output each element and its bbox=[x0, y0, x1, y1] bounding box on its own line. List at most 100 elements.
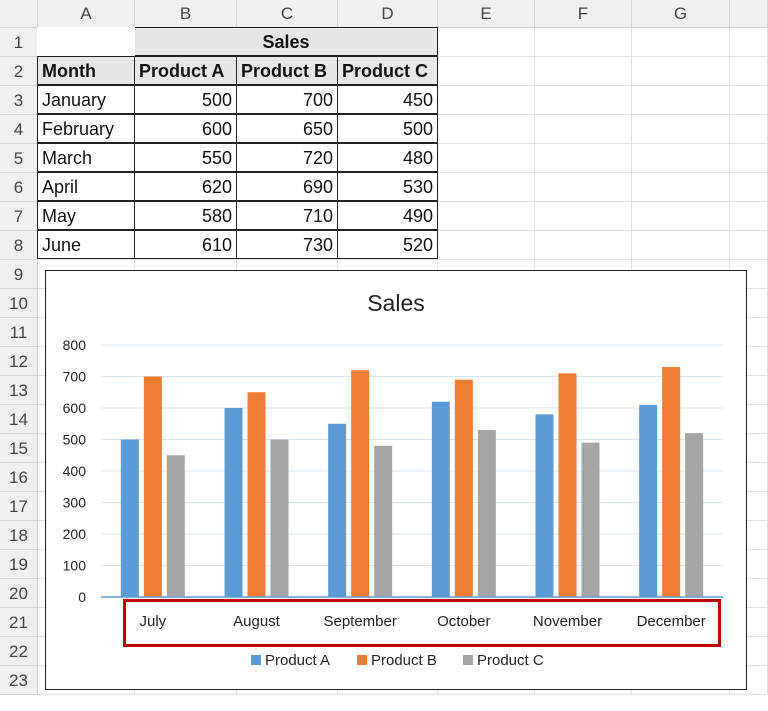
bar-product-b-september bbox=[351, 370, 370, 597]
header-cell[interactable]: Product C bbox=[337, 56, 438, 85]
legend-label: Product A bbox=[265, 652, 330, 669]
row-header-9[interactable]: 9 bbox=[0, 260, 38, 289]
grid-cell bbox=[535, 115, 632, 144]
row-header-21[interactable]: 21 bbox=[0, 608, 38, 637]
grid-cell bbox=[632, 202, 730, 231]
bar-product-c-july bbox=[166, 455, 185, 597]
value-cell[interactable]: 730 bbox=[236, 230, 338, 259]
bar-product-c-november bbox=[581, 442, 600, 597]
bar-product-b-november bbox=[558, 373, 577, 597]
y-tick-label: 800 bbox=[63, 337, 87, 353]
grid-cell bbox=[730, 115, 768, 144]
header-cell[interactable]: Product B bbox=[236, 56, 338, 85]
row-header-11[interactable]: 11 bbox=[0, 318, 38, 347]
month-cell[interactable]: May bbox=[37, 201, 135, 230]
bar-product-a-november bbox=[535, 414, 554, 597]
row-header-3[interactable]: 3 bbox=[0, 86, 38, 115]
header-cell[interactable]: Month bbox=[37, 56, 135, 85]
row-header-8[interactable]: 8 bbox=[0, 231, 38, 260]
bar-product-a-july bbox=[120, 439, 139, 597]
row-header-20[interactable]: 20 bbox=[0, 579, 38, 608]
row-header-7[interactable]: 7 bbox=[0, 202, 38, 231]
value-cell[interactable]: 710 bbox=[236, 201, 338, 230]
value-cell[interactable]: 530 bbox=[337, 172, 438, 201]
y-tick-label: 100 bbox=[63, 558, 87, 574]
grid-cell bbox=[535, 231, 632, 260]
value-cell[interactable]: 490 bbox=[337, 201, 438, 230]
y-tick-label: 500 bbox=[63, 432, 87, 448]
column-header-G[interactable]: G bbox=[632, 0, 730, 28]
value-cell[interactable]: 720 bbox=[236, 143, 338, 172]
grid-cell bbox=[730, 28, 768, 57]
sales-group-header[interactable]: Sales bbox=[134, 27, 438, 56]
grid-cell bbox=[438, 144, 535, 173]
month-cell[interactable]: April bbox=[37, 172, 135, 201]
row-header-19[interactable]: 19 bbox=[0, 550, 38, 579]
row-header-16[interactable]: 16 bbox=[0, 463, 38, 492]
y-tick-label: 600 bbox=[63, 400, 87, 416]
grid-cell bbox=[632, 86, 730, 115]
grid-cell bbox=[730, 57, 768, 86]
value-cell[interactable]: 500 bbox=[337, 114, 438, 143]
grid-cell bbox=[730, 173, 768, 202]
grid-cell bbox=[632, 28, 730, 57]
column-header-E[interactable]: E bbox=[438, 0, 535, 28]
column-header-B[interactable]: B bbox=[135, 0, 237, 28]
y-tick-label: 400 bbox=[63, 463, 87, 479]
row-header-10[interactable]: 10 bbox=[0, 289, 38, 318]
grid-cell bbox=[438, 86, 535, 115]
value-cell[interactable]: 620 bbox=[134, 172, 237, 201]
column-header-D[interactable]: D bbox=[338, 0, 438, 28]
grid-cell bbox=[535, 173, 632, 202]
row-header-4[interactable]: 4 bbox=[0, 115, 38, 144]
month-cell[interactable]: January bbox=[37, 85, 135, 114]
row-header-6[interactable]: 6 bbox=[0, 173, 38, 202]
grid-cell bbox=[632, 144, 730, 173]
bar-product-a-december bbox=[639, 404, 658, 597]
column-header-partial bbox=[730, 0, 768, 28]
grid-cell bbox=[632, 115, 730, 144]
column-header-A[interactable]: A bbox=[38, 0, 135, 28]
legend-label: Product B bbox=[371, 652, 437, 669]
bar-product-c-august bbox=[270, 439, 289, 597]
legend-swatch-0 bbox=[251, 655, 261, 665]
empty-cell-A1[interactable] bbox=[37, 27, 135, 56]
value-cell[interactable]: 550 bbox=[134, 143, 237, 172]
grid-cell bbox=[632, 231, 730, 260]
value-cell[interactable]: 600 bbox=[134, 114, 237, 143]
value-cell[interactable]: 520 bbox=[337, 230, 438, 259]
value-cell[interactable]: 580 bbox=[134, 201, 237, 230]
row-header-22[interactable]: 22 bbox=[0, 637, 38, 666]
header-cell[interactable]: Product A bbox=[134, 56, 237, 85]
bar-product-b-december bbox=[662, 367, 681, 597]
row-header-23[interactable]: 23 bbox=[0, 666, 38, 695]
month-cell[interactable]: February bbox=[37, 114, 135, 143]
value-cell[interactable]: 650 bbox=[236, 114, 338, 143]
value-cell[interactable]: 500 bbox=[134, 85, 237, 114]
value-cell[interactable]: 480 bbox=[337, 143, 438, 172]
sales-chart[interactable]: Sales 0 100 200 300 400 500 600 700 800 July August… bbox=[45, 270, 747, 690]
row-header-17[interactable]: 17 bbox=[0, 492, 38, 521]
row-header-5[interactable]: 5 bbox=[0, 144, 38, 173]
value-cell[interactable]: 690 bbox=[236, 172, 338, 201]
row-header-15[interactable]: 15 bbox=[0, 434, 38, 463]
grid-cell bbox=[632, 173, 730, 202]
bar-product-c-october bbox=[477, 430, 496, 597]
row-header-14[interactable]: 14 bbox=[0, 405, 38, 434]
row-header-13[interactable]: 13 bbox=[0, 376, 38, 405]
value-cell[interactable]: 700 bbox=[236, 85, 338, 114]
grid-cell bbox=[438, 57, 535, 86]
select-all-corner[interactable] bbox=[0, 0, 38, 28]
grid-cell bbox=[438, 202, 535, 231]
month-cell[interactable]: June bbox=[37, 230, 135, 259]
column-header-C[interactable]: C bbox=[237, 0, 338, 28]
value-cell[interactable]: 450 bbox=[337, 85, 438, 114]
row-header-1[interactable]: 1 bbox=[0, 28, 38, 57]
row-header-12[interactable]: 12 bbox=[0, 347, 38, 376]
column-header-F[interactable]: F bbox=[535, 0, 632, 28]
y-tick-label: 0 bbox=[78, 589, 86, 605]
value-cell[interactable]: 610 bbox=[134, 230, 237, 259]
row-header-2[interactable]: 2 bbox=[0, 57, 38, 86]
month-cell[interactable]: March bbox=[37, 143, 135, 172]
row-header-18[interactable]: 18 bbox=[0, 521, 38, 550]
